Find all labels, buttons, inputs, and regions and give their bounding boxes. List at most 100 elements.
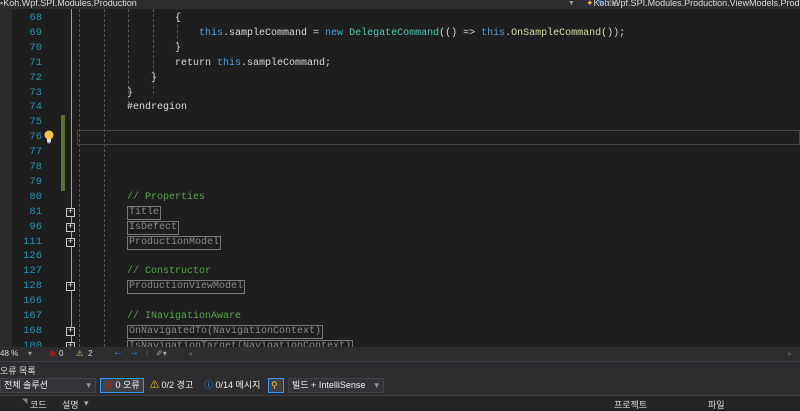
code-token: } <box>151 72 158 84</box>
line-number: 127 <box>23 265 42 278</box>
project-label: Koh.Wpf.SPI.Modules.Production <box>3 0 137 8</box>
filter-icon: ⚲ <box>271 380 278 390</box>
collapsed-region[interactable]: OnNavigatedTo(NavigationContext) <box>127 324 324 339</box>
lightbulb-icon[interactable] <box>43 130 55 144</box>
code-token: .sampleCommand; <box>241 57 332 69</box>
line-number: 81 <box>29 205 42 218</box>
error-list-header: ◥ 코드 설명 ▾ 프로젝트 파일 <box>0 395 800 410</box>
expand-icon[interactable]: + <box>66 222 75 232</box>
code-line[interactable]: } <box>151 71 157 86</box>
source-dropdown[interactable]: 빌드 + IntelliSense ▾ <box>288 378 384 393</box>
warning-icon: ⚠ <box>150 380 160 390</box>
line-number: 75 <box>29 116 42 129</box>
code-line[interactable]: // Constructor <box>127 264 211 279</box>
code-line[interactable]: { <box>175 11 181 26</box>
code-line[interactable]: } <box>127 86 133 101</box>
member-dropdown[interactable]: ✎title <box>597 0 619 9</box>
zoom-level[interactable]: 48 % <box>0 349 18 358</box>
line-number: 74 <box>29 101 42 114</box>
code-token: OnSampleCommand <box>511 27 602 39</box>
warning-count[interactable]: 2 <box>88 349 92 358</box>
expand-icon[interactable]: + <box>66 326 75 336</box>
code-line[interactable]: this.sampleCommand = new DelegateCommand… <box>199 26 625 41</box>
collapsed-region[interactable]: ProductionViewModel <box>127 280 246 295</box>
error-list-toolbar: 전체 솔루션 ▾ ⊗ 0 오류 ⚠ 0/2 경고 ⓘ 0/14 메시지 ⚲ 빌드… <box>0 376 800 395</box>
code-token: // Properties <box>127 191 206 203</box>
code-token: // Constructor <box>127 266 212 278</box>
warning-icon: ⚠ <box>76 349 84 358</box>
outline-margin <box>71 9 72 347</box>
code-line[interactable]: Title <box>127 205 162 220</box>
warnings-filter-button[interactable]: ⚠ 0/2 경고 <box>146 378 197 393</box>
messages-label: 0/14 메시지 <box>215 380 261 390</box>
class-icon: ✦ <box>586 0 594 8</box>
expand-icon[interactable]: + <box>66 282 75 292</box>
error-count[interactable]: 0 <box>59 349 63 358</box>
brush-icon[interactable]: ✐▾ <box>156 349 167 358</box>
code-editor[interactable]: 68{69 this.sampleCommand = new DelegateCo… <box>0 9 800 347</box>
error-list-title-bar: 오류 목록 <box>0 361 800 376</box>
errors-filter-button[interactable]: ⊗ 0 오류 <box>100 378 144 393</box>
code-line[interactable]: // Properties <box>127 190 205 205</box>
code-token: this <box>199 27 224 39</box>
chevron-down-icon: ▼ <box>568 0 575 7</box>
line-number: 80 <box>29 190 42 203</box>
column-code[interactable]: 코드 <box>30 398 47 411</box>
collapsed-region[interactable]: Title <box>127 205 162 220</box>
line-number: 77 <box>29 146 42 159</box>
scroll-left-icon[interactable]: ◂ <box>188 349 192 358</box>
code-token: DelegateCommand <box>349 27 440 39</box>
code-token: } <box>175 42 182 54</box>
info-icon: ⓘ <box>204 380 214 390</box>
line-number: 167 <box>23 310 42 322</box>
expand-icon[interactable]: + <box>66 207 75 217</box>
column-file[interactable]: 파일 <box>708 398 725 411</box>
editor-left-margin <box>0 9 12 347</box>
column-project[interactable]: 프로젝트 <box>614 398 647 411</box>
code-token: this <box>217 57 242 69</box>
current-line-highlight <box>77 130 800 145</box>
code-token: // INavigationAware <box>127 311 242 322</box>
code-token: return <box>175 57 218 69</box>
scroll-right-icon[interactable]: ▸ <box>788 349 792 358</box>
code-line[interactable]: return this.sampleCommand; <box>175 56 331 71</box>
source-label: 빌드 + IntelliSense <box>292 380 366 390</box>
chevron-down-icon[interactable]: ▾ <box>84 398 89 409</box>
line-number: 71 <box>29 56 42 69</box>
line-number: 168 <box>23 324 42 337</box>
line-number: 128 <box>23 280 42 293</box>
line-number: 126 <box>23 250 42 263</box>
code-line[interactable]: IsNavigationTarget(NavigationContext) <box>127 339 354 347</box>
project-dropdown[interactable]: ▪Koh.Wpf.SPI.Modules.Production ▼ <box>0 0 575 9</box>
scope-dropdown[interactable]: 전체 솔루션 ▾ <box>0 378 96 393</box>
code-line[interactable]: ProductionViewModel <box>127 279 246 295</box>
code-token: .sampleCommand = <box>223 27 326 39</box>
collapsed-region[interactable]: ProductionModel <box>127 235 222 250</box>
column-description[interactable]: 설명 <box>62 398 79 411</box>
expand-icon[interactable]: + <box>66 237 75 247</box>
code-line[interactable]: } <box>175 41 181 56</box>
change-indicator <box>61 115 65 191</box>
editor-status-bar: 48 % ▾ ⊗ 0 ⚠ 2 ← → | ✐▾ ◂ ▸ <box>0 347 800 361</box>
forward-arrow-icon[interactable]: → <box>129 347 139 358</box>
code-line[interactable]: #endregion <box>127 100 187 115</box>
line-number: 76 <box>29 131 42 144</box>
chevron-down-icon[interactable]: ▾ <box>28 349 32 358</box>
error-icon: ⊗ <box>104 380 114 390</box>
code-line[interactable]: ProductionModel <box>127 235 222 250</box>
navigation-bar: ▪Koh.Wpf.SPI.Modules.Production ▼ ✦ Koh.W… <box>0 0 800 9</box>
code-line[interactable]: // INavigationAware <box>127 309 241 324</box>
line-number: 166 <box>23 295 42 308</box>
messages-filter-button[interactable]: ⓘ 0/14 메시지 <box>200 378 264 393</box>
line-number: 69 <box>29 26 42 39</box>
code-line[interactable]: IsDefect <box>127 220 180 235</box>
separator: | <box>146 349 149 358</box>
code-token: { <box>175 13 182 24</box>
code-token: #endregion <box>127 102 188 114</box>
back-arrow-icon[interactable]: ← <box>113 347 123 358</box>
filter-button[interactable]: ⚲ <box>268 378 284 393</box>
collapsed-region[interactable]: IsNavigationTarget(NavigationContext) <box>127 339 354 347</box>
code-line[interactable]: OnNavigatedTo(NavigationContext) <box>127 324 324 339</box>
collapsed-region[interactable]: IsDefect <box>127 220 180 235</box>
line-number: 72 <box>29 71 42 84</box>
